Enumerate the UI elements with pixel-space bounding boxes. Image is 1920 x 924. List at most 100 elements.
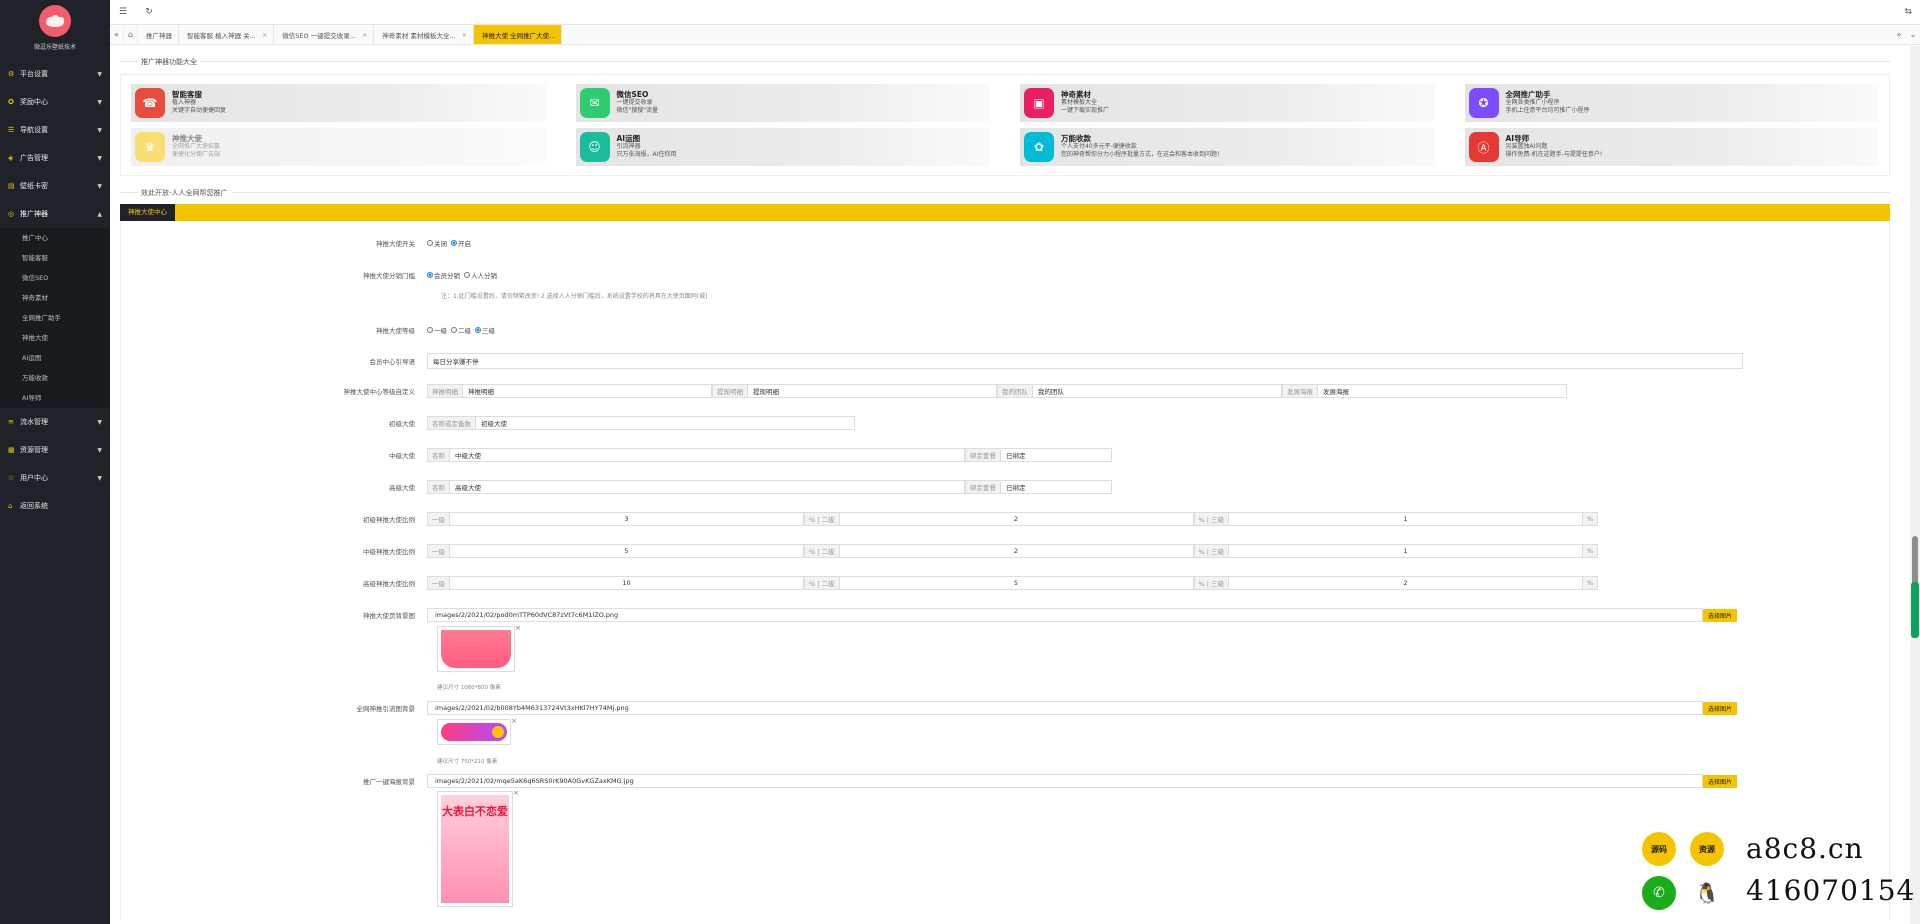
ratio-level3-input[interactable]: 1 <box>1228 512 1583 526</box>
card-wechat-seo[interactable]: ✉ 微信SEO 一键提交收录 微信"搜搜"流量 <box>575 84 990 122</box>
input-addon: % <box>1583 512 1599 526</box>
guide-image-path-input[interactable]: images/2/2021/02/b008Yb4M6313724Vt3xHKl7… <box>427 701 1703 715</box>
logout-icon[interactable]: ⇆ <box>1904 7 1912 17</box>
close-icon[interactable]: × <box>362 31 367 39</box>
logo[interactable] <box>39 5 71 37</box>
field-label: 神推大使页背景图 <box>363 612 415 620</box>
select-image-button[interactable]: 选择图片 <box>1703 774 1738 788</box>
submenu-item[interactable]: 推广中心 <box>0 228 110 248</box>
field-label: 神推大使等级 <box>376 327 415 335</box>
remove-image-icon[interactable]: × <box>511 717 517 725</box>
refresh-icon[interactable]: ↻ <box>136 7 162 17</box>
card-payment[interactable]: ✿ 万能收款 个人支付40多元平-便捷收款 您的神奇帮你分力小程序批量方式，在这会和… <box>1020 128 1435 166</box>
sidebar-item-nav[interactable]: ☰ 导航设置 ▼ <box>0 116 110 144</box>
tab-material[interactable]: 神奇素材 素材模板大全... × <box>374 25 475 44</box>
card-promo-assistant[interactable]: ✪ 全网推广助手 全网各类推广小程序 手机上任意平台均可推广小程序 <box>1464 84 1879 122</box>
sidebar-item-flow[interactable]: ≋ 流水管理 ▼ <box>0 408 110 436</box>
tab-label: 推广神器 <box>146 31 172 40</box>
home-icon: ⌂ <box>8 502 13 510</box>
submenu-item[interactable]: AI导师 <box>0 388 110 408</box>
sidebar-item-label: 壁纸卡密 <box>20 182 48 190</box>
radio-label: 三级 <box>482 327 495 335</box>
tab-wechat-seo[interactable]: 微信SEO 一键提交收录... × <box>274 25 375 44</box>
submenu-item[interactable]: 神奇素材 <box>0 288 110 308</box>
close-icon[interactable]: × <box>262 31 267 39</box>
sidebar-item-cards[interactable]: ▤ 壁纸卡密 ▼ <box>0 172 110 200</box>
senior-package-input[interactable]: 已绑定 <box>1000 480 1112 494</box>
remove-image-icon[interactable]: × <box>513 789 519 797</box>
sidebar-item-return[interactable]: ⌂ 返回系统 <box>0 492 110 520</box>
menu-toggle-icon[interactable]: ☰ <box>110 7 136 17</box>
radio-member[interactable]: 会员分销 <box>427 270 460 280</box>
tabs-scroll-left-icon[interactable]: « <box>110 25 124 44</box>
home-tab-icon[interactable]: ⌂ <box>124 25 138 44</box>
card-desc: 个人支付40多元平-便捷收款 <box>1061 143 1137 150</box>
tab-smart-service[interactable]: 智能客服 植入神器 关... × <box>179 25 275 44</box>
ratio-level1-input[interactable]: 10 <box>449 576 804 590</box>
radio-level3[interactable]: 三级 <box>475 325 495 335</box>
tab-promo[interactable]: 推广神器 <box>138 25 179 44</box>
radio-level2[interactable]: 二级 <box>451 325 471 335</box>
qq-icon: 🐧 <box>1690 876 1724 910</box>
tab-ambassador-center[interactable]: 神推大使中心 <box>120 204 175 221</box>
submenu-item[interactable]: 智能客服 <box>0 248 110 268</box>
card-smart-service[interactable]: ☎ 智能客服 植入神器 关键字自动便捷回复 <box>131 84 546 122</box>
tab-ambassador[interactable]: 神推大使 全网推广大使... <box>474 25 563 44</box>
ratio-level1-input[interactable]: 3 <box>449 512 804 526</box>
sidebar-item-platform[interactable]: ⚙ 平台设置 ▼ <box>0 60 110 88</box>
card-title: 智能客服 <box>172 90 202 99</box>
sidebar-item-label: 导航设置 <box>20 126 48 134</box>
sidebar-item-promo[interactable]: ◎ 推广神器 ▲ <box>0 200 110 228</box>
row-middle: 中级大使 名称 中级大使 绑定套餐 已绑定 <box>121 448 1889 462</box>
card-material[interactable]: ▣ 神奇素材 素材模板大全 一键下载实现推广 <box>1020 84 1435 122</box>
chevron-down-icon[interactable]: ⌄ <box>1906 25 1920 44</box>
sidebar-item-users[interactable]: ☆ 用户中心 ▼ <box>0 464 110 492</box>
senior-name-input[interactable]: 高级大使 <box>449 480 965 494</box>
ratio-level2-input[interactable]: 2 <box>838 512 1194 526</box>
ratio-level2-input[interactable]: 2 <box>838 544 1194 558</box>
card-title: 万能收款 <box>1061 134 1091 143</box>
ratio-level1-input[interactable]: 5 <box>449 544 804 558</box>
team-name-input[interactable]: 我的团队 <box>1032 384 1282 398</box>
field-label: 神推大使分销门槛 <box>363 272 415 280</box>
junior-name-input[interactable]: 初级大使 <box>475 416 855 430</box>
select-image-button[interactable]: 选择图片 <box>1703 608 1738 622</box>
detail-name-input[interactable]: 神推明细 <box>462 384 712 398</box>
radio-on[interactable]: 开启 <box>451 238 471 248</box>
page-scrollbar[interactable] <box>1910 46 1920 924</box>
card-ai-image[interactable]: ☺ AI运图 引流神器 只万张海报，AI任你用 <box>575 128 990 166</box>
field-label: 中级神推大使比例 <box>363 548 415 556</box>
remove-image-icon[interactable]: × <box>515 624 521 632</box>
submenu-item[interactable]: 全网推广助手 <box>0 308 110 328</box>
middle-package-input[interactable]: 已绑定 <box>1000 448 1112 462</box>
row-switch: 神推大使开关 关闭 开启 <box>121 238 1889 248</box>
input-addon: % | 二级 <box>804 544 839 558</box>
ratio-level2-input[interactable]: 5 <box>838 576 1194 590</box>
radio-everyone[interactable]: 人人分销 <box>464 270 497 280</box>
select-image-button[interactable]: 选择图片 <box>1703 701 1738 715</box>
tabs-scroll-right-icon[interactable]: » <box>1892 25 1906 44</box>
submenu-item[interactable]: 微信SEO <box>0 268 110 288</box>
sidebar-item-resources[interactable]: ▦ 资源管理 ▼ <box>0 436 110 464</box>
tab-label: 微信SEO 一键提交收录... <box>282 31 356 40</box>
sidebar-item-rewards[interactable]: ✪ 奖励中心 ▼ <box>0 88 110 116</box>
ratio-level3-input[interactable]: 2 <box>1228 576 1583 590</box>
middle-name-input[interactable]: 中级大使 <box>449 448 965 462</box>
folder-icon: ▦ <box>8 446 15 454</box>
submenu-item[interactable]: 万能收款 <box>0 368 110 388</box>
card-ai-mentor[interactable]: Ⓐ AI导师 另装置独AI问题 操作免费-机在这题手-与提提任意户! <box>1464 128 1879 166</box>
close-icon[interactable]: × <box>462 31 467 39</box>
radio-level1[interactable]: 一级 <box>427 325 447 335</box>
poster-name-input[interactable]: 发展海报 <box>1317 384 1567 398</box>
radio-off[interactable]: 关闭 <box>427 238 447 248</box>
bg-image-path-input[interactable]: images/2/2021/02/pod0mTTP60dVC87zVt7c6M1… <box>427 608 1703 622</box>
radio-label: 关闭 <box>434 240 447 248</box>
submenu-item[interactable]: AI运图 <box>0 348 110 368</box>
sidebar-item-ads[interactable]: ◈ 广告管理 ▼ <box>0 144 110 172</box>
submenu-item[interactable]: 神推大使 <box>0 328 110 348</box>
center-title-input[interactable]: 每日分享赚不停 <box>427 353 1743 369</box>
card-ambassador[interactable]: ♛ 神推大使 全网推广大使招募 便捷化分佣广告端 <box>131 128 546 166</box>
poster-image-path-input[interactable]: images/2/2021/02/mqe5aK6q6SRS0rK90A0GvKG… <box>427 774 1703 788</box>
withdraw-name-input[interactable]: 提现明细 <box>747 384 997 398</box>
ratio-level3-input[interactable]: 1 <box>1228 544 1583 558</box>
